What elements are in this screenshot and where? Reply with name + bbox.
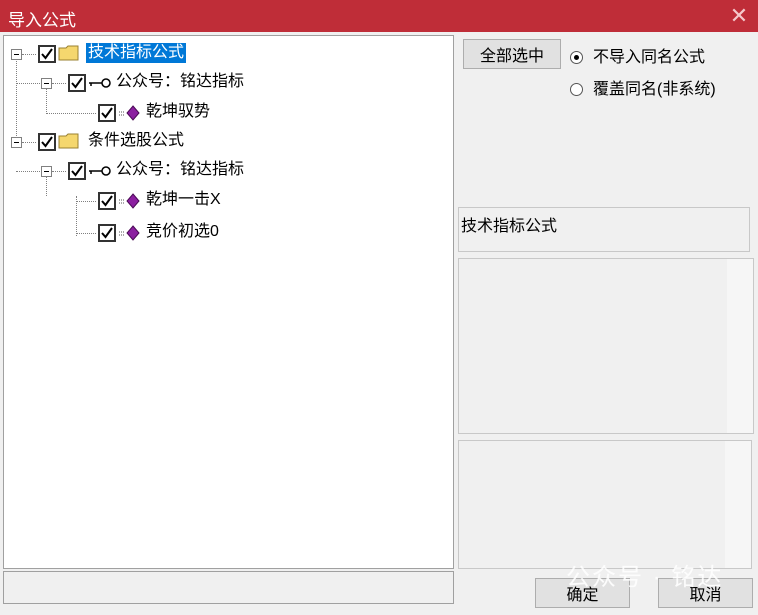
radio-overwrite-duplicates[interactable]: 覆盖同名(非系统) [570, 75, 716, 99]
collapse-icon[interactable] [41, 166, 52, 177]
tree-node-label: 条件选股公式 [88, 132, 185, 149]
tree-line [76, 233, 96, 235]
node-checkbox[interactable] [68, 162, 86, 180]
category-info-panel: 技术指标公式 [458, 207, 750, 252]
folder-icon [58, 45, 79, 61]
tree-node-account[interactable]: 公众号：铭达指标 [4, 158, 444, 184]
check-icon [71, 77, 83, 89]
category-text: 技术指标公式 [461, 218, 558, 235]
radio-label: 覆盖同名(非系统) [593, 81, 716, 98]
radio-button-icon[interactable] [570, 51, 583, 65]
tree-line [76, 201, 96, 203]
title-bar: 导入公式 ✕ [0, 0, 758, 32]
folder-icon [58, 133, 79, 149]
tree-node-label: 公众号：铭达指标 [116, 73, 245, 90]
window-title: 导入公式 [8, 11, 76, 30]
check-icon [101, 227, 113, 239]
collapse-icon[interactable] [41, 78, 52, 89]
check-icon [101, 195, 113, 207]
detail-panel [458, 440, 752, 569]
scrollbar[interactable] [727, 259, 753, 433]
select-all-button[interactable]: 全部选中 [463, 39, 561, 69]
tree-node-formula[interactable]: 竞价初选0 [4, 220, 444, 246]
formula-tree[interactable]: 技术指标公式 公众号：铭达指标 乾坤驭势 条件选股公式 公众号：铭达指标 乾坤一… [3, 35, 454, 569]
node-checkbox[interactable] [38, 45, 56, 63]
status-bar [3, 571, 454, 604]
tree-node-label: 公众号：铭达指标 [116, 161, 245, 178]
tree-line [22, 54, 36, 56]
tree-line [52, 83, 66, 85]
collapse-icon[interactable] [11, 49, 22, 60]
radio-label: 不导入同名公式 [593, 49, 706, 66]
tree-line [16, 171, 40, 173]
tree-line [16, 83, 40, 85]
node-checkbox[interactable] [38, 133, 56, 151]
tree-line [52, 171, 66, 173]
watermark: 公众号 · 铭达 [566, 564, 724, 591]
node-checkbox[interactable] [98, 104, 116, 122]
formula-icon [119, 225, 140, 241]
check-icon [41, 48, 53, 60]
tree-line [46, 113, 96, 115]
scrollbar[interactable] [725, 441, 751, 568]
tree-node-formula[interactable]: 乾坤驭势 [4, 100, 444, 126]
tree-node-account[interactable]: 公众号：铭达指标 [4, 70, 444, 96]
key-icon [89, 166, 111, 176]
tree-node-label: 乾坤驭势 [146, 103, 211, 120]
description-panel [458, 258, 754, 434]
radio-button-icon[interactable] [570, 83, 583, 97]
formula-icon [119, 105, 140, 121]
check-icon [101, 107, 113, 119]
tree-node-folder[interactable]: 条件选股公式 [4, 129, 444, 155]
formula-icon [119, 193, 140, 209]
tree-node-folder[interactable]: 技术指标公式 [4, 41, 444, 67]
tree-node-formula[interactable]: 乾坤一击X [4, 188, 444, 214]
node-checkbox[interactable] [98, 192, 116, 210]
tree-node-label: 竞价初选0 [146, 223, 219, 240]
tree-line [22, 142, 36, 144]
node-checkbox[interactable] [98, 224, 116, 242]
key-icon [89, 78, 111, 88]
radio-skip-duplicates[interactable]: 不导入同名公式 [570, 43, 705, 67]
check-icon [41, 136, 53, 148]
tree-node-label: 技术指标公式 [86, 43, 187, 63]
node-checkbox[interactable] [68, 74, 86, 92]
tree-node-label: 乾坤一击X [146, 191, 221, 208]
check-icon [71, 165, 83, 177]
close-icon[interactable]: ✕ [724, 2, 754, 30]
collapse-icon[interactable] [11, 137, 22, 148]
